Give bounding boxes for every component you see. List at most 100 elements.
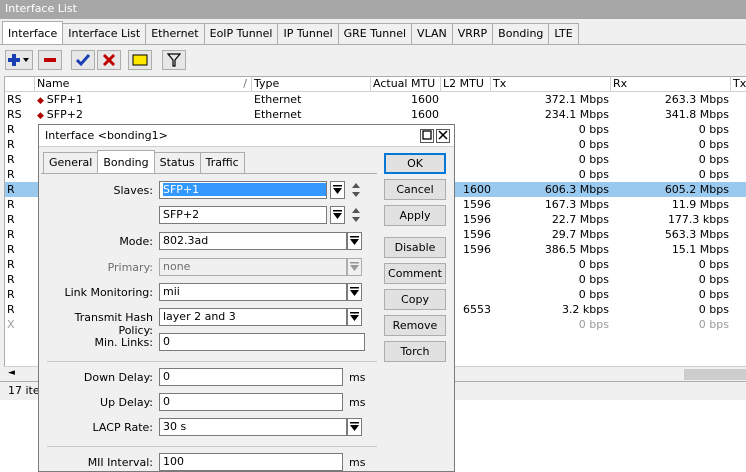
link-monitoring-select[interactable]: mii [159, 283, 347, 301]
filter-button[interactable] [162, 50, 186, 70]
remove-icon [44, 58, 56, 62]
maximize-button[interactable] [420, 129, 434, 143]
slave-1-dropdown-button[interactable] [330, 181, 345, 199]
tab-gre-tunnel[interactable]: GRE Tunnel [337, 23, 413, 44]
cell-l2mtu [463, 107, 491, 122]
cell-flag: R [7, 138, 15, 151]
dropdown-arrow-icon [350, 262, 359, 271]
mode-dropdown-button[interactable] [347, 232, 362, 250]
slave-2-dropdown-button[interactable] [330, 206, 345, 224]
lacp-rate-select[interactable]: 30 s [159, 418, 347, 436]
column-tx-2[interactable]: Tx [731, 77, 746, 92]
slave-2-updown-button[interactable] [350, 206, 362, 224]
cell-l2mtu: 1600 [463, 183, 491, 196]
table-row[interactable]: RS ◆ SFP+1 Ethernet 1600 372.1 Mbps 263.3 Mbp… [5, 92, 746, 107]
comment-button[interactable]: Comment [384, 263, 446, 284]
cell-rx: 0 bps [698, 258, 729, 271]
column-l2-mtu[interactable]: L2 MTU [441, 77, 491, 92]
cell-type: Ethernet [254, 108, 302, 121]
mii-interval-input[interactable]: 100 [159, 453, 343, 471]
enable-button[interactable] [71, 50, 95, 70]
column-flags[interactable] [5, 77, 35, 92]
tab-eoip-tunnel[interactable]: EoIP Tunnel [203, 23, 279, 44]
cell-type: Ethernet [254, 93, 302, 106]
ok-button[interactable]: OK [384, 153, 446, 174]
up-delay-input[interactable]: 0 [159, 393, 343, 411]
cell-flag: R [7, 123, 15, 136]
apply-button[interactable]: Apply [384, 205, 446, 226]
maximize-icon [422, 130, 432, 140]
cell-tx: 0 bps [578, 168, 609, 181]
transmit-hash-policy-label: Transmit Hash Policy: [74, 311, 153, 337]
primary-select[interactable]: none [159, 258, 347, 276]
copy-button[interactable]: Copy [384, 289, 446, 310]
slave-1-select[interactable]: SFP+1 [159, 181, 327, 199]
cell-tx: 0 bps [578, 288, 609, 301]
remove-button[interactable] [38, 50, 62, 70]
column-name-label: Name [37, 77, 70, 90]
section-separator [47, 361, 377, 362]
cell-rx: 0 bps [698, 123, 729, 136]
main-window-title: Interface List [0, 0, 746, 19]
primary-dropdown-button[interactable] [347, 258, 362, 276]
tab-interface-list[interactable]: Interface List [62, 23, 147, 44]
comment-button[interactable] [128, 50, 152, 70]
slaves-label: Slaves: [113, 184, 154, 197]
column-name[interactable]: Name / [35, 77, 252, 92]
cell-l2mtu: 65535 [463, 303, 491, 316]
up-down-arrows-icon [352, 183, 360, 197]
tab-interface[interactable]: Interface [2, 21, 64, 44]
cell-tx: 29.7 Mbps [551, 228, 609, 241]
mode-select[interactable]: 802.3ad [159, 232, 347, 250]
scroll-left-icon[interactable]: ◄ [8, 368, 15, 378]
cell-tx: 0 bps [578, 138, 609, 151]
column-tx[interactable]: Tx [491, 77, 611, 92]
add-button[interactable] [5, 50, 33, 70]
slave-1-updown-button[interactable] [350, 181, 362, 199]
transmit-hash-policy-dropdown-button[interactable] [347, 308, 362, 326]
cell-tx: 234.1 Mbps [544, 108, 609, 121]
tab-lte[interactable]: LTE [548, 23, 579, 44]
min-links-input[interactable]: 0 [159, 333, 365, 351]
disable-button[interactable] [97, 50, 121, 70]
link-monitoring-dropdown-button[interactable] [347, 283, 362, 301]
column-type[interactable]: Type [252, 77, 371, 92]
cell-flag: R [7, 153, 15, 166]
lacp-rate-label: LACP Rate: [92, 421, 153, 434]
column-actual-mtu[interactable]: Actual MTU [371, 77, 441, 92]
interface-name: SFP+2 [46, 108, 83, 121]
scrollbar-thumb[interactable] [684, 369, 746, 380]
transmit-hash-policy-select[interactable]: layer 2 and 3 [159, 308, 347, 326]
tab-bonding[interactable]: Bonding [492, 23, 550, 44]
up-delay-label: Up Delay: [100, 396, 153, 409]
down-delay-input[interactable]: 0 [159, 368, 343, 386]
cell-flag: R [7, 183, 15, 196]
slave-2-select[interactable]: SFP+2 [159, 206, 327, 224]
cell-flag: R [7, 213, 15, 226]
tab-ethernet[interactable]: Ethernet [145, 23, 205, 44]
remove-button[interactable]: Remove [384, 315, 446, 336]
dialog-tab-bonding[interactable]: Bonding [97, 150, 155, 173]
cancel-button[interactable]: Cancel [384, 179, 446, 200]
cell-tx: 0 bps [578, 153, 609, 166]
cell-rx: 0 bps [698, 168, 729, 181]
disable-icon [102, 53, 116, 67]
lacp-rate-dropdown-button[interactable] [347, 418, 362, 436]
cell-tx: 0 bps [578, 258, 609, 271]
cell-tx: 0 bps [578, 123, 609, 136]
column-rx[interactable]: Rx [611, 77, 731, 92]
comment-icon [132, 54, 148, 66]
tab-vlan[interactable]: VLAN [411, 23, 453, 44]
tab-ip-tunnel[interactable]: IP Tunnel [277, 23, 339, 44]
table-row[interactable]: RS ◆ SFP+2 Ethernet 1600 234.1 Mbps 341.8 Mbp… [5, 107, 746, 122]
dialog-tab-status[interactable]: Status [153, 152, 201, 173]
dialog-tab-general[interactable]: General [43, 152, 99, 173]
tab-vrrp[interactable]: VRRP [451, 23, 494, 44]
up-down-arrows-icon [352, 208, 360, 222]
torch-button[interactable]: Torch [384, 341, 446, 362]
cell-tx: 22.7 Mbps [551, 213, 609, 226]
disable-button[interactable]: Disable [384, 237, 446, 258]
dialog-tab-traffic[interactable]: Traffic [199, 152, 245, 173]
close-button[interactable] [436, 129, 450, 143]
bonding-interface-dialog: Interface <bonding1> General Bonding Sta… [38, 124, 455, 472]
